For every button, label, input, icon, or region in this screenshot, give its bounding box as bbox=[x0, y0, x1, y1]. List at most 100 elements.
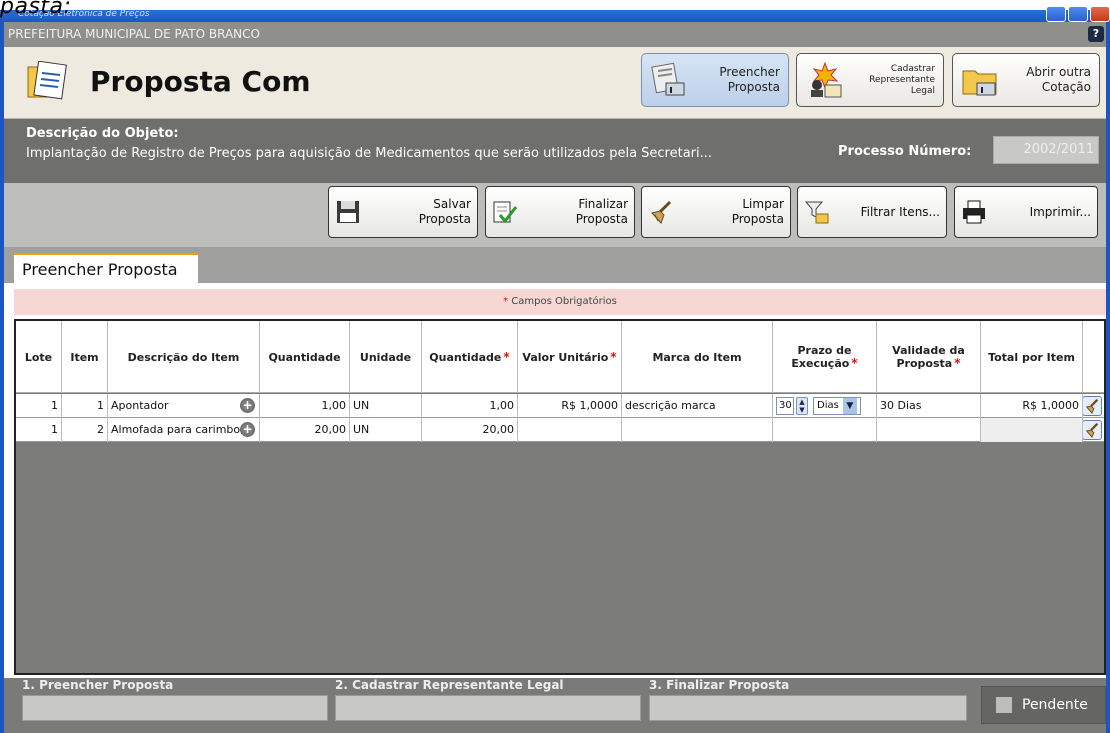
progress-footer: 1. Preencher Proposta 2. Cadastrar Repre… bbox=[4, 678, 1106, 733]
finalize-proposal-label: Finalizar Proposta bbox=[575, 197, 628, 226]
step-1-label: 1. Preencher Proposta bbox=[22, 678, 174, 692]
document-icon bbox=[27, 61, 67, 100]
cell-descricao: Apontador + bbox=[108, 394, 260, 418]
unit-value-input[interactable] bbox=[518, 418, 622, 442]
print-label: Imprimir... bbox=[1029, 204, 1091, 219]
open-other-quote-button[interactable]: Abrir outra Cotação bbox=[952, 53, 1100, 107]
deadline-input[interactable] bbox=[773, 418, 877, 442]
col-prazo-execucao: Prazo de Execução * bbox=[773, 321, 877, 393]
step-fill-proposal: 1. Preencher Proposta bbox=[22, 678, 328, 721]
cell-quantidade: 1,00 bbox=[260, 394, 350, 418]
register-representative-label: Cadastrar Representante Legal bbox=[869, 63, 935, 96]
cell-total bbox=[981, 418, 1083, 442]
cell-descricao: Almofada para carimbo; + bbox=[108, 418, 260, 442]
col-actions bbox=[1083, 321, 1104, 393]
col-quantidade: Quantidade bbox=[260, 321, 350, 393]
validity-input[interactable]: 30 Dias bbox=[877, 394, 981, 418]
action-toolbar: Salvar Proposta Finalizar Proposta Limpar P… bbox=[4, 183, 1106, 247]
floppy-disk-icon bbox=[337, 201, 359, 223]
minimize-button[interactable] bbox=[1046, 6, 1066, 22]
cell-actions bbox=[1083, 418, 1104, 442]
col-total: Total por Item bbox=[981, 321, 1083, 393]
open-folder-icon bbox=[962, 70, 997, 96]
object-description-bar: Descrição do Objeto: Implantação de Regi… bbox=[4, 119, 1106, 183]
deadline-spinner[interactable]: ▲ ▼ bbox=[796, 397, 808, 415]
quantity-input[interactable]: 1,00 bbox=[422, 394, 518, 418]
cell-total: R$ 1,0000 bbox=[981, 394, 1083, 418]
cell-item: 2 bbox=[62, 418, 108, 442]
window-title-bar: Cotação Eletrônica de Preços pasta: bbox=[0, 0, 1110, 22]
col-marca: Marca do Item bbox=[622, 321, 773, 393]
step-3-progress bbox=[649, 695, 967, 721]
col-quantidade-proposta: Quantidade * bbox=[422, 321, 518, 393]
col-validade-proposta: Validade da Proposta * bbox=[877, 321, 981, 393]
cell-lote: 1 bbox=[16, 418, 62, 442]
representative-icon bbox=[811, 61, 842, 98]
open-other-quote-label: Abrir outra Cotação bbox=[1026, 65, 1091, 94]
fill-proposal-label: Preencher Proposta bbox=[719, 65, 780, 94]
expand-plus-icon[interactable]: + bbox=[240, 422, 255, 437]
clear-proposal-button[interactable]: Limpar Proposta bbox=[641, 186, 791, 238]
clear-proposal-label: Limpar Proposta bbox=[731, 197, 784, 226]
clear-row-icon[interactable] bbox=[1083, 396, 1102, 416]
organization-bar: PREFEITURA MUNICIPAL DE PATO BRANCO ? bbox=[4, 22, 1106, 47]
printer-icon bbox=[963, 200, 985, 224]
required-fields-text: Campos Obrigatórios bbox=[508, 296, 617, 307]
organization-name: PREFEITURA MUNICIPAL DE PATO BRANCO bbox=[8, 27, 260, 41]
checked-document-icon bbox=[493, 201, 518, 224]
chevron-down-icon: ▼ bbox=[842, 398, 857, 414]
validity-input[interactable] bbox=[877, 418, 981, 442]
table-row: 1 1 Apontador + 1,00 UN 1,00 R$ 1,0000 d… bbox=[16, 394, 1104, 418]
cell-quantidade: 20,00 bbox=[260, 418, 350, 442]
page-title: Proposta Com bbox=[90, 65, 311, 98]
step-2-progress bbox=[335, 695, 641, 721]
title-bar-strip bbox=[0, 10, 1110, 22]
brand-input[interactable]: descrição marca bbox=[622, 394, 773, 418]
col-lote: Lote bbox=[16, 321, 62, 393]
step-register-representative: 2. Cadastrar Representante Legal bbox=[335, 678, 641, 721]
brand-input[interactable] bbox=[622, 418, 773, 442]
fill-proposal-button[interactable]: Preencher Proposta bbox=[641, 53, 789, 107]
finalize-proposal-button[interactable]: Finalizar Proposta bbox=[485, 186, 635, 238]
filter-items-label: Filtrar Itens... bbox=[860, 204, 940, 219]
close-button[interactable] bbox=[1090, 6, 1110, 22]
filter-items-button[interactable]: Filtrar Itens... bbox=[797, 186, 947, 238]
print-button[interactable]: Imprimir... bbox=[954, 186, 1098, 238]
col-valor-unitario: Valor Unitário * bbox=[518, 321, 622, 393]
save-proposal-button[interactable]: Salvar Proposta bbox=[328, 186, 478, 238]
help-icon[interactable]: ? bbox=[1088, 26, 1104, 42]
grid-header: Lote Item Descrição do Item Quantidade U… bbox=[16, 321, 1104, 393]
col-item: Item bbox=[62, 321, 108, 393]
save-proposal-label: Salvar Proposta bbox=[418, 197, 471, 226]
window-title-crop: pasta: bbox=[0, 0, 72, 19]
window-controls bbox=[1046, 6, 1110, 22]
quantity-input[interactable]: 20,00 bbox=[422, 418, 518, 442]
items-grid: Lote Item Descrição do Item Quantidade U… bbox=[14, 319, 1106, 675]
form-fill-icon bbox=[651, 62, 685, 96]
page-header: Proposta Com Preencher Proposta Cadastra… bbox=[4, 47, 1106, 119]
step-finalize-proposal: 3. Finalizar Proposta bbox=[649, 678, 967, 721]
process-number-field: 2002/2011 bbox=[993, 136, 1099, 164]
status-badge: Pendente bbox=[981, 686, 1106, 724]
broom-icon bbox=[651, 200, 672, 224]
object-description-label: Descrição do Objeto: bbox=[26, 126, 179, 141]
deadline-unit-select[interactable]: Dias ▼ bbox=[813, 397, 861, 415]
clear-row-icon[interactable] bbox=[1083, 420, 1102, 440]
step-1-progress bbox=[22, 695, 328, 721]
table-row: 1 2 Almofada para carimbo; + 20,00 UN 20… bbox=[16, 418, 1104, 442]
deadline-number-input[interactable]: 30 bbox=[776, 397, 794, 415]
step-2-label: 2. Cadastrar Representante Legal bbox=[335, 678, 564, 692]
maximize-button[interactable] bbox=[1068, 6, 1088, 22]
process-number-label: Processo Número: bbox=[838, 144, 972, 159]
cell-prazo: 30 ▲ ▼ Dias ▼ bbox=[773, 394, 877, 418]
status-label: Pendente bbox=[1022, 697, 1088, 713]
proposal-content: * Campos Obrigatórios Lote Item Descriçã… bbox=[4, 283, 1106, 678]
register-representative-button[interactable]: Cadastrar Representante Legal bbox=[796, 53, 944, 107]
tab-strip: Preencher Proposta bbox=[4, 247, 1106, 283]
col-unidade: Unidade bbox=[350, 321, 422, 393]
tab-fill-proposal[interactable]: Preencher Proposta bbox=[14, 253, 198, 283]
expand-plus-icon[interactable]: + bbox=[240, 398, 255, 413]
cell-item: 1 bbox=[62, 394, 108, 418]
cell-unidade: UN bbox=[350, 394, 422, 418]
unit-value-input[interactable]: R$ 1,0000 bbox=[518, 394, 622, 418]
